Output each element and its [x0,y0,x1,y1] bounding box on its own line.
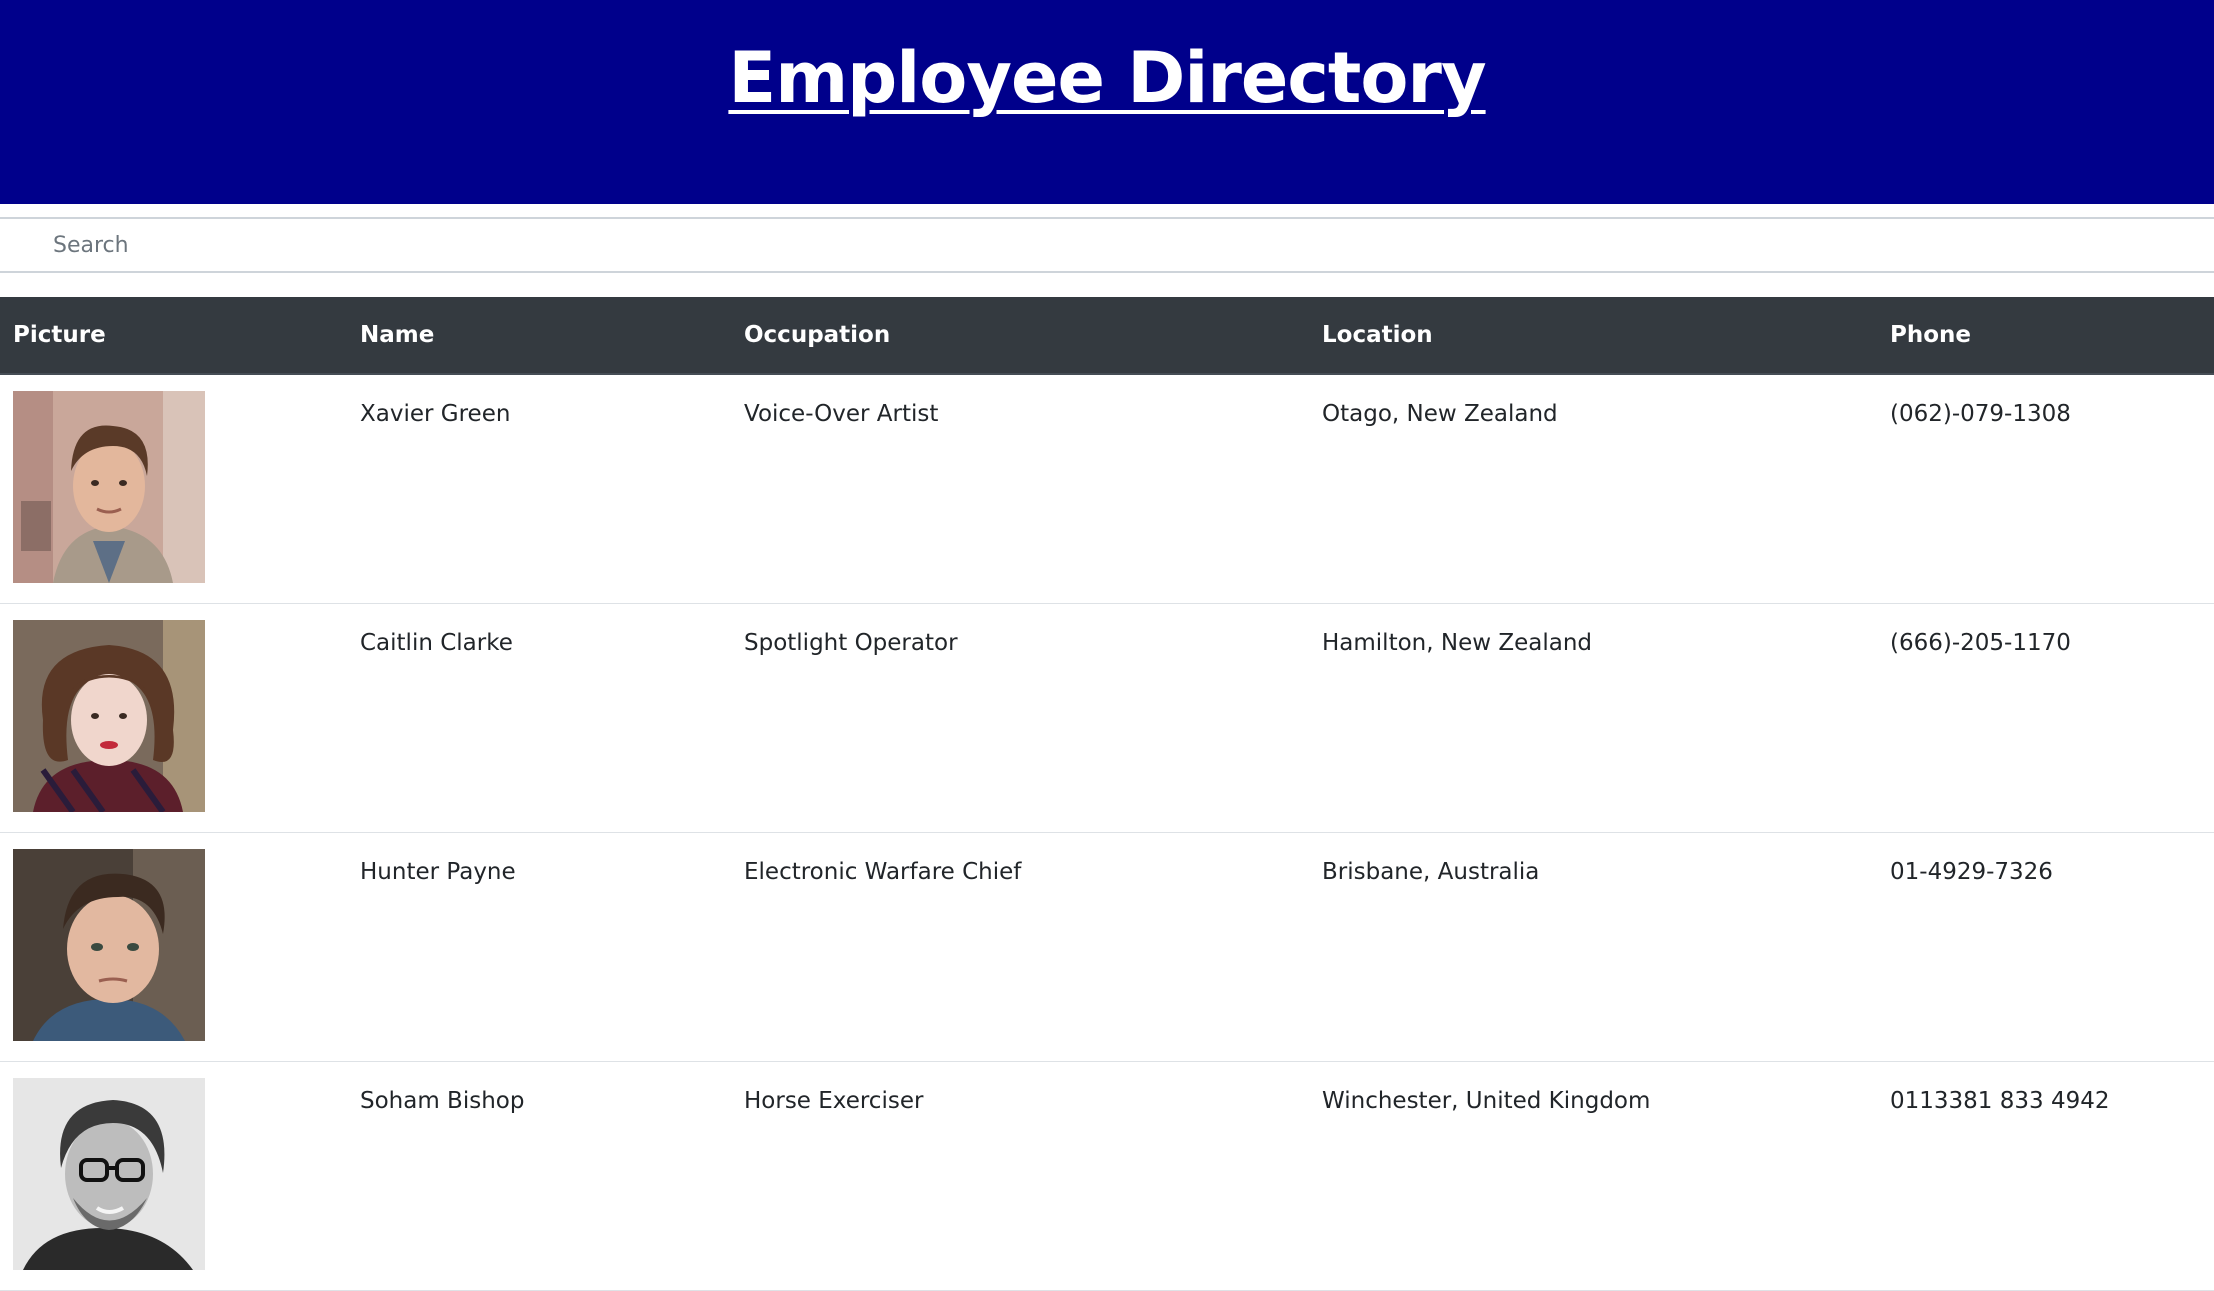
column-header-location[interactable]: Location [1309,297,1877,375]
table-row: Caitlin Clarke Spotlight Operator Hamilt… [0,603,2214,833]
employee-phone: 01-4929-7326 [1877,832,2214,1062]
employee-location: Brisbane, Australia [1309,832,1877,1062]
employee-avatar [13,391,205,583]
employee-occupation: Electronic Warfare Chief [731,832,1309,1062]
search-bar [0,217,2214,273]
employee-phone: (062)-079-1308 [1877,374,2214,604]
employee-name: Hunter Payne [347,832,731,1062]
picture-cell [0,603,347,833]
table-row: Xavier Green Voice-Over Artist Otago, Ne… [0,374,2214,604]
employee-phone: (666)-205-1170 [1877,603,2214,833]
column-header-occupation[interactable]: Occupation [731,297,1309,375]
employee-avatar [13,848,205,1041]
employee-name: Soham Bishop [347,1061,731,1291]
table-row: Hunter Payne Electronic Warfare Chief Br… [0,832,2214,1062]
employee-avatar [13,1077,205,1270]
column-header-phone[interactable]: Phone [1877,297,2214,375]
picture-cell [0,374,347,604]
picture-cell [0,1061,347,1291]
app-header: Employee Directory [0,0,2214,204]
search-input[interactable] [0,219,2213,271]
employee-location: Hamilton, New Zealand [1309,603,1877,833]
employee-occupation: Horse Exerciser [731,1061,1309,1291]
employee-occupation: Spotlight Operator [731,603,1309,833]
column-header-picture[interactable]: Picture [0,297,347,375]
picture-cell [0,832,347,1062]
employee-name: Xavier Green [347,374,731,604]
column-header-name[interactable]: Name [347,297,731,375]
employee-avatar [13,619,205,812]
page-title: Employee Directory [728,37,1486,119]
employee-location: Otago, New Zealand [1309,374,1877,604]
employee-table: Picture Name Occupation Location Phone X… [0,297,2214,1291]
employee-name: Caitlin Clarke [347,603,731,833]
employee-location: Winchester, United Kingdom [1309,1061,1877,1291]
employee-phone: 0113381 833 4942 [1877,1061,2214,1291]
table-row: Soham Bishop Horse Exerciser Winchester,… [0,1061,2214,1291]
table-header-row: Picture Name Occupation Location Phone [0,297,2214,375]
employee-occupation: Voice-Over Artist [731,374,1309,604]
